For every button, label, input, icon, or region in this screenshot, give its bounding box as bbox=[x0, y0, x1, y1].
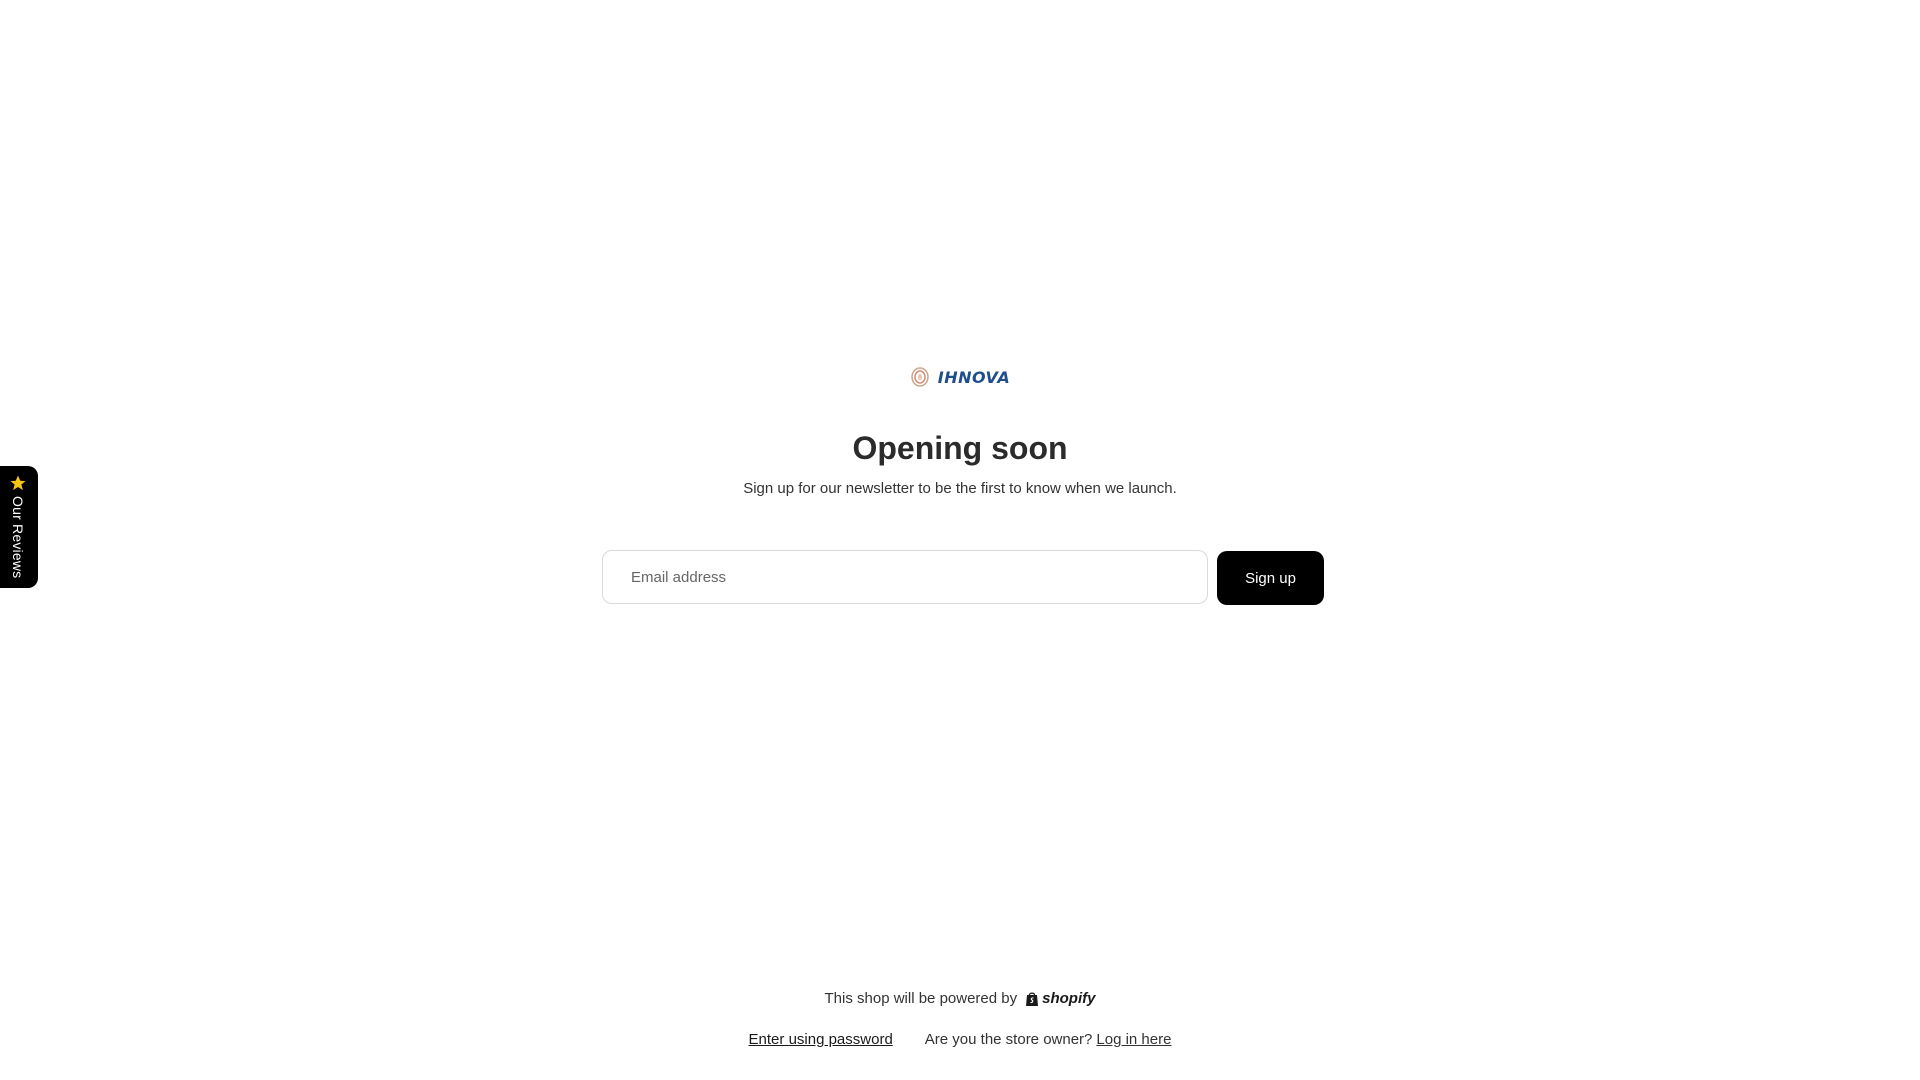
shopify-logo[interactable]: shopify bbox=[1025, 990, 1095, 1007]
enter-password-link[interactable]: Enter using password bbox=[749, 1031, 893, 1048]
shopify-logo-text: shopify bbox=[1042, 990, 1096, 1007]
store-owner-prompt: Are you the store owner? Log in here bbox=[925, 1031, 1172, 1048]
store-owner-question: Are you the store owner? bbox=[924, 1031, 1093, 1048]
brand-logo: IHNOVA bbox=[910, 360, 1010, 394]
password-page: Our Reviews IHNOVA Opening soon Sign up … bbox=[0, 0, 1920, 1080]
page-title: Opening soon bbox=[852, 430, 1068, 466]
powered-by-text: This shop will be powered by bbox=[824, 990, 1018, 1007]
hero-section: IHNOVA Opening soon Sign up for our news… bbox=[0, 360, 1920, 500]
shopify-bag-icon bbox=[1026, 991, 1039, 1006]
newsletter-form: Sign up bbox=[602, 550, 1326, 606]
logo-mark-icon bbox=[911, 367, 929, 387]
log-in-link[interactable]: Log in here bbox=[1096, 1031, 1171, 1048]
footer-links: Enter using password Are you the store o… bbox=[0, 1031, 1920, 1048]
sign-up-button[interactable]: Sign up bbox=[1217, 551, 1324, 605]
reviews-tab-label: Our Reviews bbox=[10, 496, 26, 579]
brand-logo-text: IHNOVA bbox=[937, 367, 1011, 387]
page-subtitle: Sign up for our newsletter to be the fir… bbox=[743, 480, 1177, 497]
email-field[interactable] bbox=[602, 550, 1208, 604]
powered-by: This shop will be powered by shopify bbox=[0, 990, 1920, 1007]
